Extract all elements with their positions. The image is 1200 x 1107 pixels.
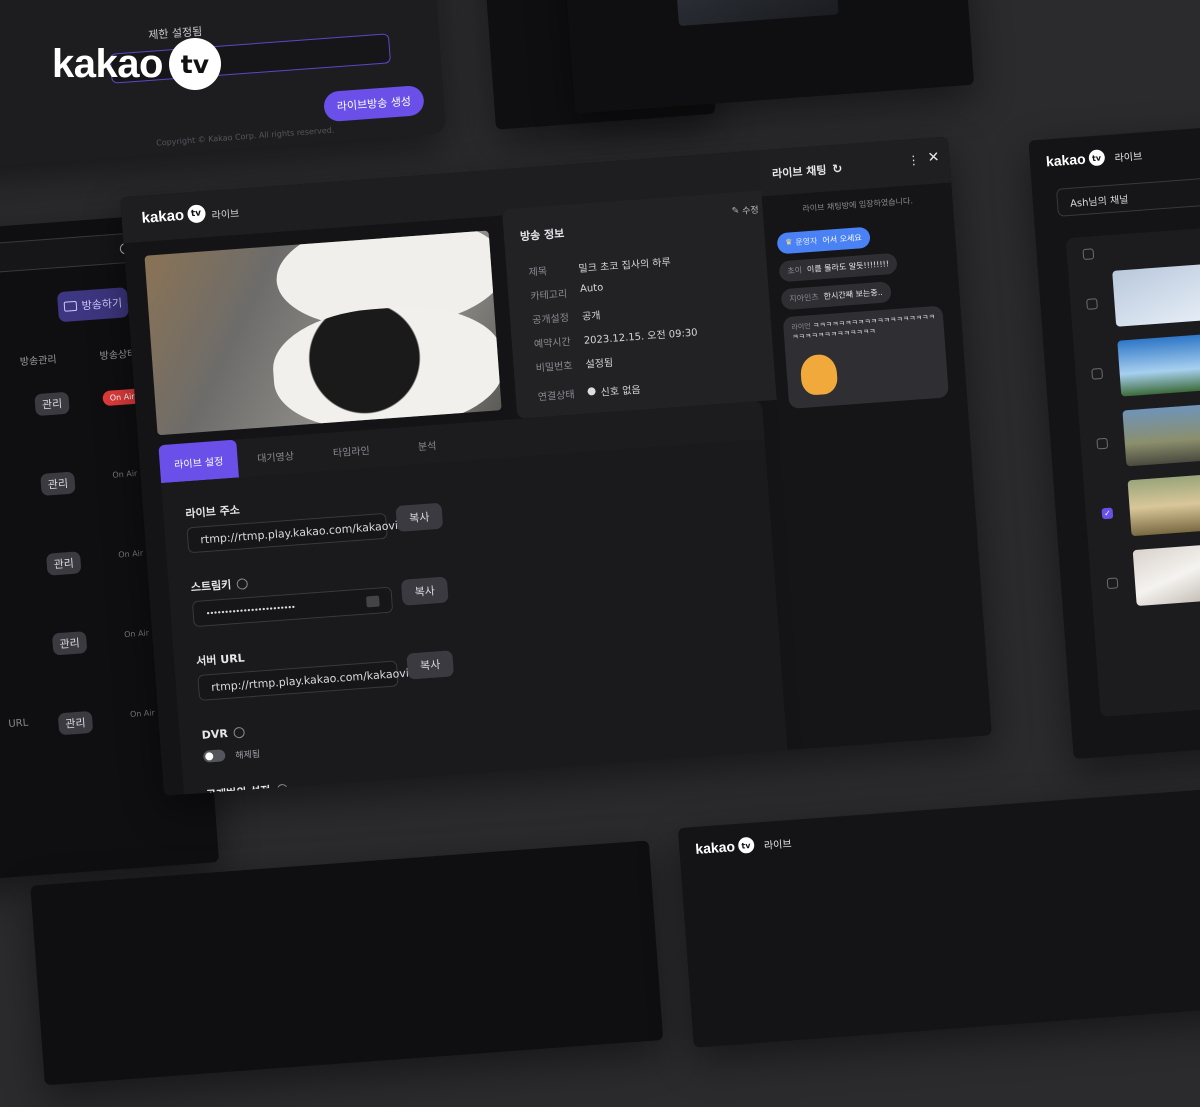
manage-button[interactable]: 관리 [34,391,70,417]
row-checkbox[interactable] [1096,437,1109,450]
tab-timeline[interactable]: 타임라인 [312,428,391,471]
channel-selector[interactable]: Ash님의 채널 [1055,171,1200,217]
toggle-knob [204,752,214,761]
edit-button[interactable]: ✎ 수정 [731,203,759,218]
signal-dot-icon [587,387,596,396]
refresh-icon[interactable]: ↻ [832,161,843,176]
settings-body: 라이브 주소 rtmp://rtmp.play.kakao.com/kakaov… [161,438,789,796]
close-icon[interactable]: ✕ [927,149,940,166]
kakaotv-logo: kakao tv 라이브 [1045,149,1143,170]
info-icon[interactable] [236,577,249,590]
bottom-right-panel: kakao tv 라이브 [677,782,1200,1048]
brand-word: kakao [52,41,163,86]
section-label: 라이브 [211,208,240,222]
broadcast-info-card: 방송 정보 ✎ 수정 제목 밀크 초코 집사의 하루 카테고리 Auto 공개설정 공… [502,189,787,419]
tv-badge-icon: tv [737,836,755,854]
kakaotv-logo-large: kakao tv [52,38,221,90]
dvr-toggle[interactable] [202,749,226,763]
broadcast-button[interactable]: 방송하기 [56,287,129,323]
tab-analytics[interactable]: 분석 [388,423,467,466]
footer-text: Copyright © Kakao Corp. All rights reser… [155,125,335,148]
manage-button[interactable]: 관리 [46,551,82,576]
video-thumbnail[interactable] [1122,403,1200,467]
chat-message: 지아인츠 한시간째 보는중.. [780,281,892,311]
stream-key-label: 스트림키 [190,575,249,595]
dvr-label: DVR [201,726,246,742]
tab-standby-video[interactable]: 대기영상 [236,434,315,477]
copy-stream-key-button[interactable]: 복사 [400,576,449,606]
crown-icon: ♛ [784,237,793,247]
info-title: 방송 정보 [519,226,565,244]
car-thumbnail [670,0,839,27]
tab-live-settings[interactable]: 라이브 설정 [158,439,239,484]
video-list: 제목 ✓ [1065,213,1200,717]
dvr-state: 해제됨 [234,749,261,762]
select-all-checkbox[interactable] [1082,248,1095,261]
row-checkbox[interactable] [1086,298,1098,310]
chat-body: 라이브 채팅방에 입장하였습니다. ♛ 운영자 어서 오세요 초이 이름 몰라도… [761,182,992,749]
status-badge: On Air [112,468,138,480]
row-checkbox[interactable] [1091,367,1104,380]
video-thumbnail[interactable] [1112,264,1200,327]
bottom-left-panel [30,840,664,1086]
system-message: 라이브 채팅방에 입장하였습니다. [802,196,914,214]
row-checkbox-checked[interactable]: ✓ [1101,507,1114,520]
status-badge: On Air [129,708,156,720]
video-thumbnail[interactable] [1127,473,1200,537]
chat-header: 라이브 채팅 ↻ [771,161,843,181]
kakaotv-logo: kakao tv [141,204,206,227]
live-main-panel: kakao tv 라이브 방송 정보 ✎ 수정 제목 밀크 초코 집사의 하루 카… [120,136,992,796]
manage-button[interactable]: 관리 [40,471,76,496]
live-address-label: 라이브 주소 [184,503,241,521]
video-thumbnail[interactable] [1117,334,1200,397]
more-icon[interactable]: ⋮ [907,153,920,168]
channel-panel: kakao tv 라이브 Ash님의 채널 제목 ✓ [1028,109,1200,760]
chat-message: 라이언 ㅋㅋㅋㅋㅋㅋㅋㅋㅋㅋㅋㅋㅋㅋㅋㅋㅋㅋㅋㅋㅋㅋㅋㅋㅋㅋㅋㅋㅋㅋㅋㅋ [782,305,949,409]
manage-button[interactable]: 관리 [57,710,94,736]
manage-button[interactable]: 관리 [51,631,88,656]
ryan-sticker-icon [799,353,839,396]
copy-server-url-button[interactable]: 복사 [406,650,455,680]
video-thumbnail[interactable] [1132,543,1200,607]
tv-badge-icon: tv [1087,149,1106,167]
chat-message: ♛ 운영자 어서 오세요 [776,226,871,255]
status-badge: On Air [117,548,144,560]
settings-card: 라이브 설정 대기영상 타임라인 분석 라이브 주소 rtmp://rtmp.p… [158,400,789,796]
info-icon[interactable] [233,726,246,739]
chat-message: 초이 이름 몰라도 알듯!!!!!!!! [778,252,898,283]
kakaotv-logo: kakao tv 라이브 [694,836,792,857]
url-label: URL [8,717,29,730]
live-chat-panel: 라이브 채팅 ↻ ⋮ ✕ 라이브 채팅방에 입장하였습니다. ♛ 운영자 어서 … [758,136,992,749]
row-checkbox[interactable] [1106,577,1119,590]
video-icon [63,300,78,312]
top-panel-b [560,0,975,114]
col-manage: 방송관리 [19,354,58,369]
tv-badge-icon: tv [168,38,221,90]
eye-off-icon[interactable] [365,595,380,607]
info-icon[interactable] [276,783,288,796]
visibility-label: 공개범위 설정 [205,781,288,796]
server-url-label: 서버 URL [195,651,246,669]
tv-badge-icon: tv [186,204,206,224]
video-preview[interactable] [144,230,502,436]
copy-live-address-button[interactable]: 복사 [395,502,444,532]
black-cat-image [269,299,502,436]
status-badge: On Air [123,628,150,640]
tilted-scene: 제한 설정됨 라이브방송 생성 Copyright © Kakao Corp. … [0,0,1200,1107]
create-live-button[interactable]: 라이브방송 생성 [322,84,425,123]
info-rows: 제목 밀크 초코 집사의 하루 카테고리 Auto 공개설정 공개 예약시간 2023.… [528,252,702,408]
pencil-icon: ✎ [731,205,740,217]
